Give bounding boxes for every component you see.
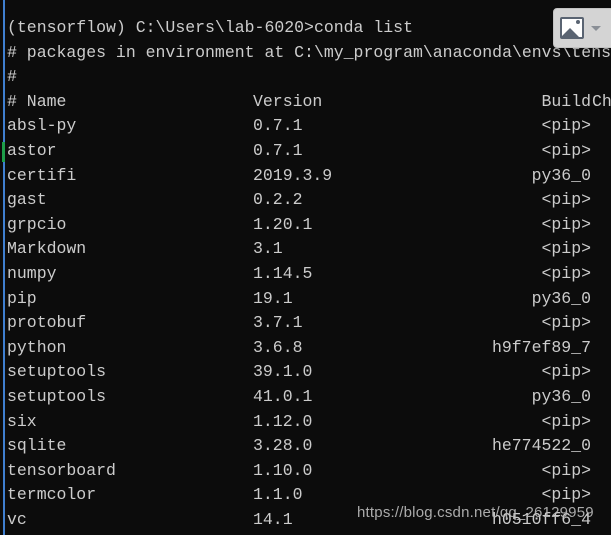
package-version: 0.7.1	[253, 141, 303, 160]
package-name: setuptools	[7, 362, 107, 382]
package-version: 3.7.1	[253, 313, 303, 333]
package-row: six 1.12.0 <pip>	[0, 410, 611, 435]
package-build: <pip>	[541, 190, 591, 210]
package-build: <pip>	[541, 264, 591, 283]
package-version: 1.1.0	[253, 485, 303, 505]
package-build: py36_0	[531, 165, 591, 185]
package-name: setuptools	[7, 387, 107, 406]
package-row: pip 19.1 py36_0	[0, 287, 611, 312]
package-name: certifi	[7, 165, 77, 185]
package-version: Version	[253, 91, 323, 111]
package-row: Markdown 3.1 <pip>	[0, 237, 611, 262]
package-row: python 3.6.8 h9f7ef89_7	[0, 336, 611, 361]
image-overlay-widget[interactable]	[553, 8, 611, 48]
package-name: sqlite	[7, 436, 67, 456]
package-name: Markdown	[7, 239, 87, 259]
package-build: <pip>	[541, 460, 591, 480]
package-version: 14.1	[253, 510, 293, 529]
package-version: 0.7.1	[253, 116, 303, 136]
package-name: python	[7, 337, 67, 357]
package-row: grpcio 1.20.1 <pip>	[0, 213, 611, 238]
package-version: 1.10.0	[253, 460, 313, 480]
watermark-text: https://blog.csdn.net/qq_26129959	[357, 504, 594, 521]
package-row: absl-py 0.7.1 <pip>	[0, 114, 611, 139]
package-version: 1.14.5	[253, 264, 313, 283]
package-name: absl-py	[7, 116, 77, 136]
picture-icon	[560, 17, 584, 39]
package-name: astor	[7, 141, 57, 160]
package-name: # packages in environment at C:\my_progr…	[7, 42, 611, 62]
package-name: # Name	[7, 91, 67, 111]
package-name: gast	[7, 190, 47, 210]
picture-icon-hill	[562, 28, 579, 37]
package-row: numpy 1.14.5 <pip>	[0, 262, 611, 287]
package-name: protobuf	[7, 313, 87, 333]
picture-icon-sun	[576, 20, 580, 24]
package-version: 0.2.2	[253, 190, 303, 210]
package-version: 2019.3.9	[253, 165, 333, 185]
package-version: 3.28.0	[253, 436, 313, 456]
package-name: six	[7, 411, 37, 431]
package-channel: Ch	[592, 91, 611, 111]
package-version: 19.1	[253, 288, 293, 308]
console-window: (tensorflow) C:\Users\lab-6020>conda lis…	[0, 0, 611, 535]
terminal-header-row: # Name Version Build Ch	[0, 90, 611, 115]
package-build: <pip>	[541, 116, 591, 136]
package-name: (tensorflow) C:\Users\lab-6020>conda lis…	[7, 18, 413, 37]
package-name: tensorboard	[7, 460, 116, 480]
package-row: certifi 2019.3.9 py36_0	[0, 164, 611, 189]
package-row: tensorboard 1.10.0 <pip>	[0, 459, 611, 484]
terminal-env-line: # packages in environment at C:\my_progr…	[0, 41, 611, 66]
package-version: 39.1.0	[253, 362, 313, 382]
package-build: <pip>	[541, 313, 591, 333]
package-name: grpcio	[7, 214, 67, 234]
package-build: py36_0	[531, 288, 591, 308]
package-version: 1.20.1	[253, 214, 313, 234]
terminal-output: (tensorflow) C:\Users\lab-6020>conda lis…	[0, 0, 611, 535]
package-row: gast 0.2.2 <pip>	[0, 188, 611, 213]
package-version: 41.0.1	[253, 387, 313, 406]
chevron-down-icon[interactable]	[591, 25, 601, 31]
package-build: <pip>	[541, 141, 591, 160]
package-row: sqlite 3.28.0 he774522_0	[0, 434, 611, 459]
package-build: <pip>	[541, 411, 591, 431]
package-version: 1.12.0	[253, 411, 313, 431]
package-build: he774522_0	[491, 436, 591, 456]
package-row: setuptools 39.1.0 <pip>	[0, 360, 611, 385]
package-row: protobuf 3.7.1 <pip>	[0, 311, 611, 336]
terminal-hash-line: #	[0, 65, 611, 90]
package-version: 3.6.8	[253, 337, 303, 357]
package-build: Build	[541, 91, 591, 111]
package-build: <pip>	[541, 362, 591, 382]
package-row: setuptools 41.0.1 py36_0	[0, 385, 611, 410]
package-name: numpy	[7, 264, 57, 283]
package-version: 3.1	[253, 239, 283, 259]
package-name: termcolor	[7, 485, 97, 505]
package-build: <pip>	[541, 214, 591, 234]
package-row: astor 0.7.1 <pip>	[0, 139, 611, 164]
package-name: #	[7, 67, 17, 87]
package-build: h9f7ef89_7	[491, 337, 591, 357]
package-name: pip	[7, 288, 37, 308]
package-name: vc	[7, 510, 27, 529]
package-build: <pip>	[541, 239, 591, 259]
package-build: py36_0	[531, 387, 591, 406]
terminal-prompt-line: (tensorflow) C:\Users\lab-6020>conda lis…	[0, 16, 611, 41]
